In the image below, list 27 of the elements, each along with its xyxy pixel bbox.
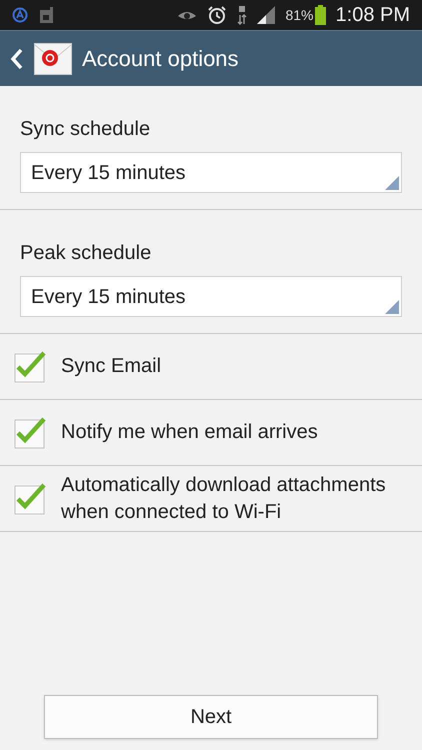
envelope-icon <box>34 42 72 74</box>
clock-time: 1:08 PM <box>336 3 410 28</box>
option-row[interactable]: Notify me when email arrives <box>0 400 422 466</box>
field-label: Peak schedule <box>20 241 152 266</box>
sim-card-icon <box>38 6 54 24</box>
schedule-dropdown[interactable]: Every 15 minutes <box>20 276 402 317</box>
data-arrows-icon <box>237 5 248 25</box>
battery-percent: 81% <box>285 6 314 24</box>
corner-triangle-icon <box>385 176 399 190</box>
option-label: Automatically download attachments when connected to Wi-Fi <box>61 472 387 524</box>
next-button[interactable]: Next <box>44 695 378 739</box>
app-circle-icon <box>12 7 28 23</box>
alarm-clock-icon <box>207 5 228 25</box>
checkbox[interactable] <box>14 350 46 382</box>
screen-title: Account options <box>82 45 239 73</box>
battery-icon <box>314 5 326 25</box>
option-row[interactable]: Automatically download attachments when connected to Wi-Fi <box>0 466 422 532</box>
option-row[interactable]: Sync Email <box>0 334 422 400</box>
option-label: Sync Email <box>61 354 162 379</box>
schedule-dropdown[interactable]: Every 15 minutes <box>20 152 402 193</box>
option-label: Notify me when email arrives <box>61 420 319 445</box>
field-label: Sync schedule <box>20 117 152 142</box>
signal-icon <box>257 6 276 24</box>
checkbox[interactable] <box>14 482 46 514</box>
corner-triangle-icon <box>385 300 399 314</box>
checkbox[interactable] <box>14 416 46 448</box>
back-icon[interactable] <box>10 48 24 70</box>
